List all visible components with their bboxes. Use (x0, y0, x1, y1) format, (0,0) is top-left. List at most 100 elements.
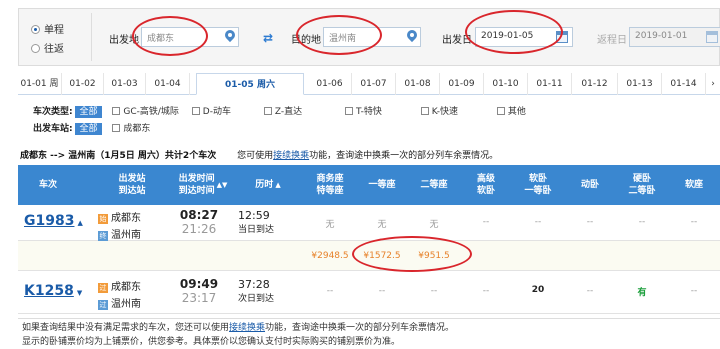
seat-first: -- (378, 286, 386, 296)
col-station[interactable]: 出发站 到达站 (96, 165, 168, 205)
filter-d[interactable]: D-动车 (191, 107, 231, 117)
swap-stations-icon[interactable]: ⇄ (263, 32, 279, 44)
checkbox[interactable] (112, 107, 121, 115)
time-cell: 09:49 23:17 (179, 277, 219, 305)
checkbox[interactable] (112, 124, 121, 132)
col-first: 一等座 (368, 180, 396, 190)
seat-business: -- (326, 286, 334, 296)
seat-soft-seat: -- (690, 217, 698, 227)
annotation-circle (465, 10, 563, 54)
col-time[interactable]: 出发时间 到达时间 ▲▼ (168, 165, 238, 205)
seat-business[interactable]: 无 (304, 217, 356, 230)
col-business: 商务座 特等座 (316, 174, 344, 196)
filter-all-button[interactable]: 全部 (75, 106, 102, 118)
end-station-icon: 过 (98, 300, 108, 310)
seat-hard[interactable]: 有 (616, 285, 668, 298)
end-station-icon: 终 (98, 231, 108, 241)
expand-icon[interactable]: ▼ (77, 289, 82, 297)
train-type-filter: 车次类型: 全部 GC-高铁/城际 D-动车 Z-直达 T-特快 K-快速 其他 (33, 106, 526, 118)
seat-first[interactable]: 无 (356, 217, 408, 230)
col-dong: 动卧 (580, 180, 599, 190)
station-filter: 出发车站: 全部 成都东 (33, 123, 151, 135)
date-tab[interactable]: 01-11 (528, 73, 572, 95)
train-number[interactable]: K1258 ▼ (24, 283, 84, 299)
seat-dong: -- (586, 217, 594, 227)
col-soft: 软卧 一等卧 (524, 174, 552, 196)
seat-soft-seat: -- (690, 286, 698, 296)
station-all-button[interactable]: 全部 (75, 123, 102, 135)
duration-cell: 12:59 当日到达 (238, 209, 275, 235)
expand-icon[interactable]: ▲ (77, 219, 82, 227)
price-business: ¥2948.5 (311, 251, 349, 261)
start-station-icon: 过 (98, 283, 108, 293)
col-hard: 硬卧 二等卧 (628, 174, 656, 196)
seat-adv-soft: -- (482, 217, 490, 227)
col-train[interactable]: 车次 (18, 165, 78, 205)
col-soft-seat: 软座 (684, 180, 703, 190)
next-dates-arrow[interactable]: › (706, 73, 720, 95)
date-tab[interactable]: 01-14 (662, 73, 706, 95)
date-tab[interactable]: 01-01 周 (18, 73, 62, 95)
checkbox[interactable] (263, 107, 272, 115)
filter-station[interactable]: 成都东 (112, 124, 150, 134)
trip-oneway-option[interactable]: 单程 (31, 21, 64, 36)
return-radio[interactable] (31, 44, 40, 53)
date-tab[interactable]: 01-12 (572, 73, 618, 95)
filter-gc[interactable]: GC-高铁/城际 (112, 107, 179, 117)
col-duration[interactable]: 历时 ▲ (238, 165, 298, 205)
divider (91, 13, 92, 61)
return-date-label: 返程日 (597, 35, 627, 46)
sort-icon: ▲▼ (216, 181, 228, 189)
filter-z[interactable]: Z-直达 (263, 107, 302, 117)
footer-note: 如果查询结果中没有满足需求的车次，您还可以使用接续换乘功能，查询途中换乘一次的部… (18, 318, 720, 349)
date-tab-active[interactable]: 01-05 周六 (196, 73, 304, 95)
seat-second: -- (430, 286, 438, 296)
date-tab[interactable]: 01-13 (618, 73, 662, 95)
station-cell: 始成都东 终温州南 (98, 213, 141, 241)
checkbox[interactable] (420, 107, 429, 115)
filter-other[interactable]: 其他 (496, 107, 526, 117)
start-station-icon: 始 (98, 214, 108, 224)
calendar-icon[interactable] (706, 31, 718, 43)
transfer-link[interactable]: 接续换乘 (273, 151, 309, 161)
location-pin-icon[interactable] (407, 30, 417, 43)
seat-second[interactable]: 无 (408, 217, 460, 230)
annotation-circle (352, 236, 472, 272)
checkbox[interactable] (496, 107, 505, 115)
seat-adv-soft: -- (482, 286, 490, 296)
filter-k[interactable]: K-快速 (420, 107, 458, 117)
seat-soft[interactable]: 20 (512, 285, 564, 295)
date-tab[interactable]: 01-10 (484, 73, 528, 95)
seat-dong: -- (586, 286, 594, 296)
annotation-circle (132, 16, 208, 56)
annotation-circle (296, 15, 382, 55)
location-pin-icon[interactable] (225, 30, 235, 43)
time-cell: 08:27 21:26 (179, 208, 219, 236)
seat-soft: -- (534, 217, 542, 227)
oneway-radio[interactable] (31, 25, 40, 34)
filter-t[interactable]: T-特快 (345, 107, 382, 117)
date-tab[interactable]: 01-02 (62, 73, 104, 95)
date-tab[interactable]: 01-07 (352, 73, 396, 95)
table-row: K1258 ▼ 过成都东 过温州南 09:49 23:17 37:28 次日到达 … (18, 272, 720, 314)
date-tab[interactable]: 01-06 (308, 73, 352, 95)
trip-return-option[interactable]: 往返 (31, 40, 64, 55)
train-number[interactable]: G1983 ▲ (24, 213, 84, 229)
table-header: 车次 出发站 到达站 出发时间 到达时间 ▲▼ 历时 ▲ 商务座 特等座 一等座 二… (18, 165, 720, 205)
date-tab[interactable]: 01-04 (146, 73, 190, 95)
date-tab[interactable]: 01-03 (104, 73, 146, 95)
date-tab[interactable]: 01-09 (440, 73, 484, 95)
table-row: G1983 ▲ 始成都东 终温州南 08:27 21:26 12:59 当日到达 … (18, 205, 720, 241)
duration-cell: 37:28 次日到达 (238, 278, 275, 304)
col-second: 二等座 (420, 180, 448, 190)
date-tab[interactable]: 01-08 (396, 73, 440, 95)
station-cell: 过成都东 过温州南 (98, 282, 141, 310)
date-tabs: 01-01 周 01-02 01-03 01-04 01-05 周六 01-06… (18, 73, 720, 95)
checkbox[interactable] (191, 107, 200, 115)
checkbox[interactable] (345, 107, 353, 115)
sort-icon: ▲ (275, 181, 281, 189)
seat-hard: -- (638, 217, 646, 227)
transfer-link[interactable]: 接续换乘 (229, 323, 265, 333)
col-adv-soft: 高级 软卧 (476, 174, 495, 196)
result-summary: 成都东 --> 温州南（1月5日 周六）共计2个车次 您可使用接续换乘功能，查询… (20, 151, 499, 161)
